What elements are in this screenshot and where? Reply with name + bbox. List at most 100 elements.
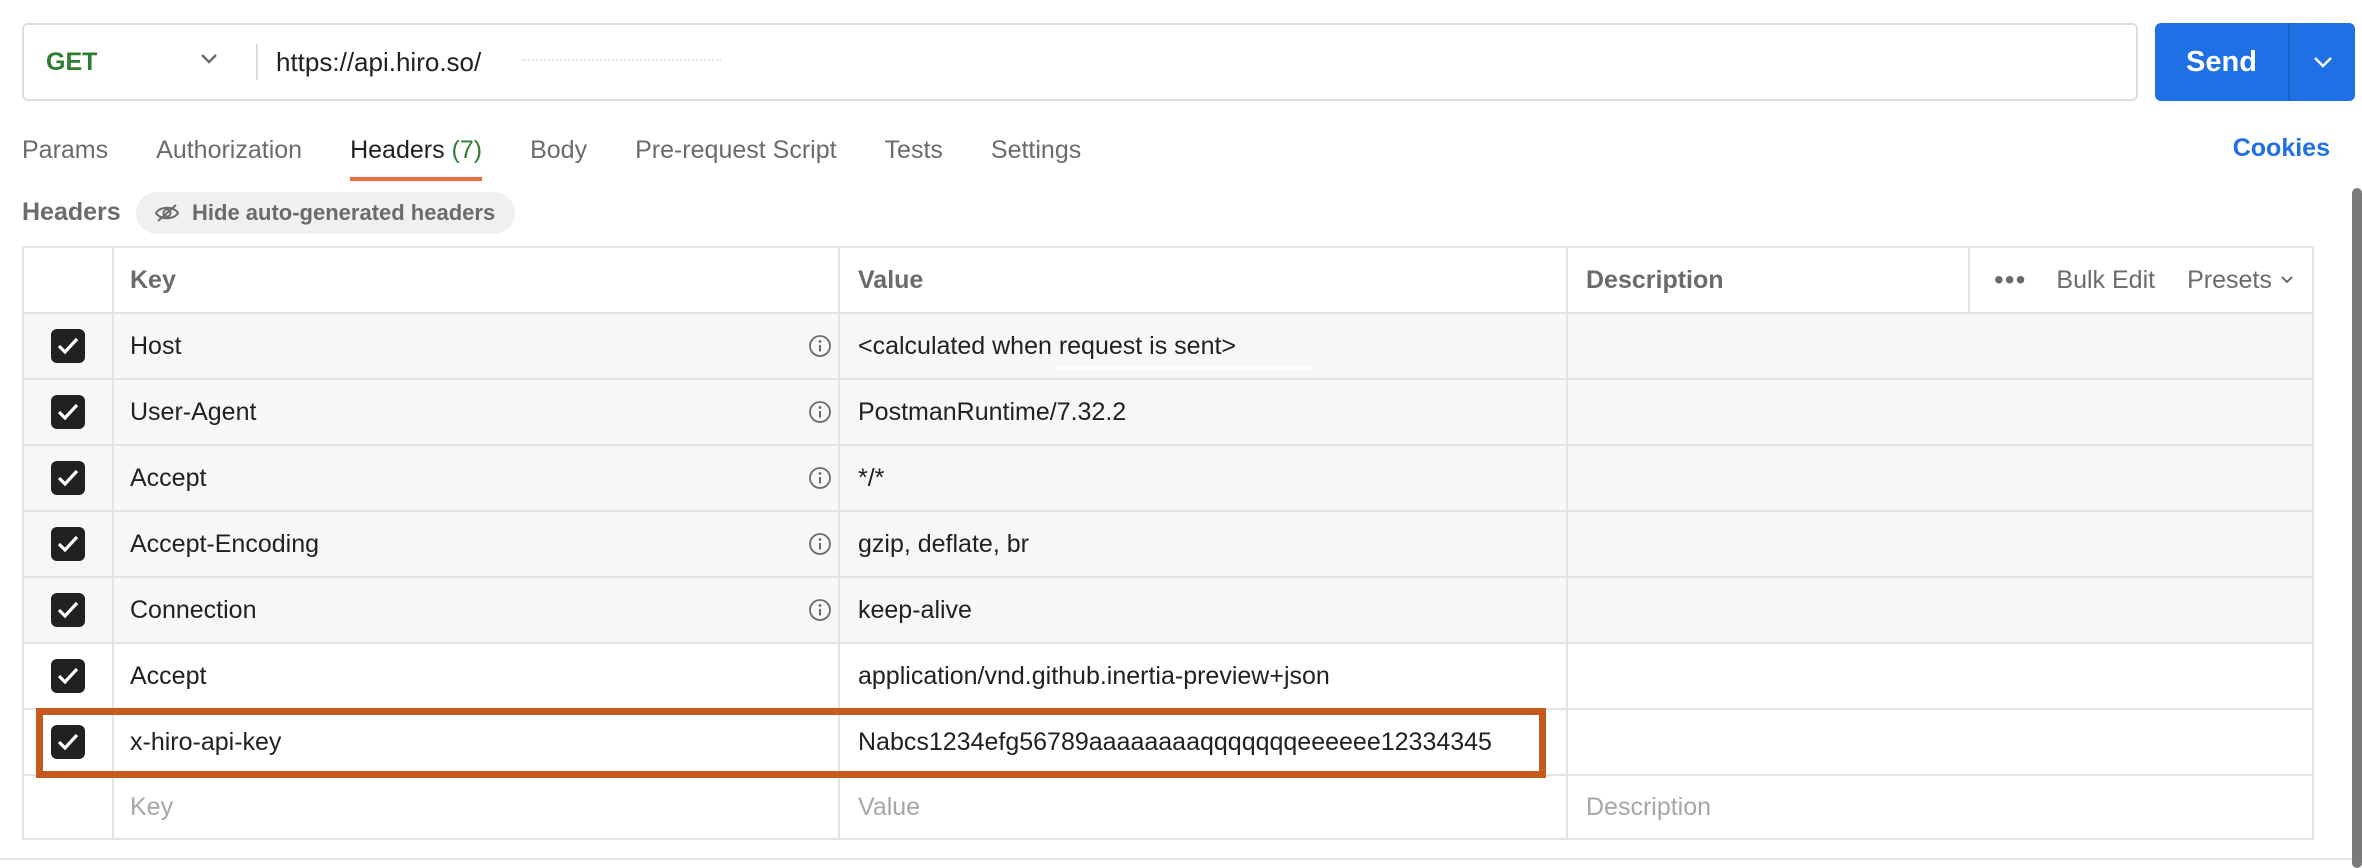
checkmark-icon [57, 403, 79, 421]
info-icon[interactable] [808, 598, 832, 622]
row-checkbox-cell [24, 446, 114, 510]
row-value-cell[interactable]: gzip, deflate, br [840, 512, 1568, 576]
panel-divider [0, 858, 2352, 860]
tab-params[interactable]: Params [22, 130, 108, 182]
row-checkbox-cell [24, 710, 114, 774]
tab-label: Body [530, 136, 588, 164]
url-input[interactable]: https://api.hiro.so/ [258, 47, 2136, 78]
table-header-row: Key Value Description ••• Bulk Edit Pres… [24, 248, 2312, 314]
headers-table: Key Value Description ••• Bulk Edit Pres… [22, 246, 2314, 840]
row-key-cell[interactable]: Accept [114, 446, 840, 510]
table-row: User-Agent PostmanRuntime/7.32.2 [24, 380, 2312, 446]
send-options-button[interactable] [2290, 23, 2355, 101]
bulk-edit-button[interactable]: Bulk Edit [2056, 266, 2155, 295]
row-description-cell[interactable] [1568, 512, 2312, 576]
checkmark-icon [57, 535, 79, 553]
checkmark-icon [57, 469, 79, 487]
info-icon[interactable] [808, 400, 832, 424]
tab-pre-request-script[interactable]: Pre-request Script [635, 130, 836, 182]
checkmark-icon [57, 667, 79, 685]
row-description-cell[interactable] [1568, 380, 2312, 444]
row-checkbox-cell [24, 644, 114, 708]
row-value: PostmanRuntime/7.32.2 [858, 397, 1127, 426]
row-description-cell[interactable] [1568, 446, 2312, 510]
row-checkbox[interactable] [51, 461, 85, 495]
row-key-cell[interactable]: x-hiro-api-key [114, 710, 840, 774]
info-icon[interactable] [808, 466, 832, 490]
table-row: x-hiro-api-key Nabcs1234efg56789aaaaaaaa… [24, 710, 2312, 776]
new-value-input[interactable]: Value [840, 776, 1568, 838]
tab-label: Tests [884, 136, 943, 164]
info-icon[interactable] [808, 532, 832, 556]
presets-dropdown[interactable]: Presets [2187, 266, 2294, 295]
vertical-scrollbar[interactable] [2352, 188, 2362, 868]
row-checkbox-cell [24, 776, 114, 838]
row-checkbox-cell [24, 578, 114, 642]
row-value: gzip, deflate, br [858, 529, 1029, 558]
row-description-cell[interactable] [1568, 578, 2312, 642]
row-key: Host [130, 331, 182, 360]
row-checkbox-cell [24, 512, 114, 576]
row-value-cell[interactable]: PostmanRuntime/7.32.2 [840, 380, 1568, 444]
row-value: Nabcs1234efg56789aaaaaaaaqqqqqqqeeeeee12… [858, 727, 1492, 756]
row-description-cell[interactable] [1568, 644, 2312, 708]
info-icon[interactable] [808, 334, 832, 358]
row-key-cell[interactable]: Host [114, 314, 840, 378]
new-key-input[interactable]: Key [114, 776, 840, 838]
column-header-value: Value [840, 248, 1568, 312]
new-description-input[interactable]: Description [1568, 776, 2312, 838]
request-tabs: Params Authorization Headers (7) Body Pr… [22, 130, 1129, 182]
table-row: Accept application/vnd.github.inertia-pr… [24, 644, 2312, 710]
hide-auto-headers-label: Hide auto-generated headers [192, 200, 496, 225]
checkmark-icon [57, 733, 79, 751]
column-header-description-cell: Description ••• Bulk Edit Presets [1568, 248, 2312, 312]
row-value-cell[interactable]: keep-alive [840, 578, 1568, 642]
tab-count-badge: (7) [451, 136, 483, 164]
eye-off-icon [154, 204, 180, 222]
tab-authorization[interactable]: Authorization [156, 130, 302, 182]
send-button[interactable]: Send [2155, 23, 2288, 101]
row-value-cell[interactable]: Nabcs1234efg56789aaaaaaaaqqqqqqqeeeeee12… [840, 710, 1568, 774]
row-checkbox[interactable] [51, 659, 85, 693]
method-select[interactable]: GET [24, 25, 256, 99]
row-key: User-Agent [130, 397, 257, 426]
checkmark-icon [57, 601, 79, 619]
tab-headers[interactable]: Headers (7) [350, 130, 483, 182]
row-key: Accept-Encoding [130, 529, 320, 558]
more-options-icon[interactable]: ••• [1994, 266, 2026, 294]
tab-tests[interactable]: Tests [885, 130, 943, 182]
row-checkbox[interactable] [51, 725, 85, 759]
row-value-cell[interactable]: */* [840, 446, 1568, 510]
row-key: x-hiro-api-key [130, 727, 282, 756]
row-key-cell[interactable]: Accept [114, 644, 840, 708]
row-checkbox[interactable] [51, 593, 85, 627]
row-checkbox-cell [24, 380, 114, 444]
row-key-cell[interactable]: Connection [114, 578, 840, 642]
url-bar: GET https://api.hiro.so/ [22, 23, 2138, 101]
url-redacted [521, 59, 722, 65]
tab-settings[interactable]: Settings [991, 130, 1081, 182]
row-value-cell[interactable]: application/vnd.github.inertia-preview+j… [840, 644, 1568, 708]
row-key: Accept [130, 463, 207, 492]
row-key-cell[interactable]: User-Agent [114, 380, 840, 444]
table-row: Accept */* [24, 446, 2312, 512]
tab-body[interactable]: Body [530, 130, 587, 182]
headers-section-title: Headers [22, 198, 121, 226]
table-tools: ••• Bulk Edit Presets [1968, 248, 2312, 312]
row-checkbox[interactable] [51, 527, 85, 561]
row-checkbox[interactable] [51, 395, 85, 429]
row-description-cell[interactable] [1568, 710, 2312, 774]
send-button-group: Send [2155, 23, 2355, 101]
chevron-down-icon [2313, 57, 2332, 68]
cookies-link[interactable]: Cookies [2233, 134, 2330, 163]
tab-label: Settings [990, 136, 1082, 164]
hide-auto-headers-button[interactable]: Hide auto-generated headers [136, 192, 516, 234]
row-value-cell[interactable]: <calculated when request is sent> [840, 314, 1568, 378]
row-description-cell[interactable] [1568, 314, 2312, 378]
presets-label: Presets [2187, 265, 2272, 294]
tab-label: Authorization [156, 136, 303, 164]
row-checkbox[interactable] [51, 329, 85, 363]
row-key-cell[interactable]: Accept-Encoding [114, 512, 840, 576]
row-key: Connection [130, 595, 257, 624]
url-text: https://api.hiro.so/ [276, 46, 482, 77]
